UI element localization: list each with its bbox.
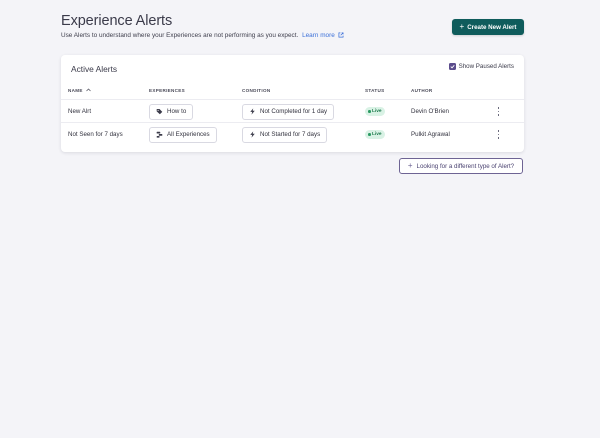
external-link-icon[interactable]: [338, 32, 344, 38]
status-label: Live: [372, 132, 382, 137]
column-header-condition: CONDITION: [242, 88, 271, 93]
different-alert-type-label: Looking for a different type of Alert?: [416, 162, 515, 170]
page-subtitle: Use Alerts to understand where your Expe…: [61, 32, 344, 39]
kebab-menu-icon[interactable]: [497, 107, 500, 116]
row-menu-button[interactable]: [497, 123, 500, 146]
experience-chip[interactable]: How to: [149, 103, 194, 120]
column-header-name[interactable]: NAME: [68, 88, 92, 93]
status-cell: Live: [365, 123, 385, 146]
lightning-icon: [250, 131, 255, 138]
create-new-alert-button[interactable]: + Create New Alert: [452, 19, 524, 35]
condition-chip[interactable]: Not Started for 7 days: [242, 126, 328, 143]
table-row[interactable]: New Alrt How to Not Completed for 1 day: [61, 99, 524, 122]
checkmark-icon: [450, 64, 455, 69]
status-badge: Live: [365, 107, 385, 116]
experience-chip-label: How to: [167, 108, 187, 115]
different-alert-type-button[interactable]: + Looking for a different type of Alert?: [399, 158, 523, 174]
lightning-icon: [250, 108, 255, 115]
alert-name[interactable]: New Alrt: [68, 100, 91, 123]
author-name: Pulkit Agrawal: [411, 131, 450, 138]
column-header-experiences: EXPERIENCES: [149, 88, 185, 93]
row-menu-button[interactable]: [497, 100, 500, 123]
subtitle-text: Use Alerts to understand where your Expe…: [61, 32, 299, 39]
column-header-name-label: NAME: [68, 88, 83, 93]
experience-chip[interactable]: All Experiences: [149, 126, 217, 143]
show-paused-toggle[interactable]: Show Paused Alerts: [448, 63, 514, 70]
page: Experience Alerts Use Alerts to understa…: [0, 0, 600, 438]
plus-icon: +: [459, 22, 465, 31]
learn-more-link[interactable]: Learn more: [302, 32, 335, 39]
author-name: Devin O'Brien: [411, 108, 449, 115]
experience-chip-label: All Experiences: [167, 131, 210, 138]
status-dot-icon: [368, 133, 371, 136]
tag-icon: [156, 109, 163, 115]
create-button-label: Create New Alert: [467, 23, 517, 31]
column-header-status: STATUS: [365, 88, 385, 93]
column-header-author: AUTHOR: [411, 88, 433, 93]
sort-up-icon[interactable]: [86, 88, 92, 92]
experience-cell: How to: [149, 100, 194, 123]
condition-chip[interactable]: Not Completed for 1 day: [242, 103, 335, 120]
card-title: Active Alerts: [71, 64, 118, 74]
status-cell: Live: [365, 100, 385, 123]
active-alerts-card: Active Alerts Show Paused Alerts NAME EX…: [61, 55, 524, 152]
plus-icon: +: [407, 161, 413, 170]
show-paused-checkbox[interactable]: [448, 63, 456, 70]
status-badge: Live: [365, 130, 385, 139]
condition-chip-label: Not Completed for 1 day: [260, 108, 328, 115]
experience-cell: All Experiences: [149, 123, 217, 146]
condition-cell: Not Completed for 1 day: [242, 100, 335, 123]
flows-icon: [156, 131, 163, 138]
status-dot-icon: [368, 110, 371, 113]
show-paused-label: Show Paused Alerts: [458, 63, 514, 70]
condition-cell: Not Started for 7 days: [242, 123, 328, 146]
condition-chip-label: Not Started for 7 days: [260, 131, 321, 138]
status-label: Live: [372, 109, 382, 114]
alert-name[interactable]: Not Seen for 7 days: [68, 123, 123, 146]
table-row[interactable]: Not Seen for 7 days All Experiences Not …: [61, 122, 524, 145]
kebab-menu-icon[interactable]: [497, 130, 500, 139]
page-title: Experience Alerts: [61, 13, 173, 29]
